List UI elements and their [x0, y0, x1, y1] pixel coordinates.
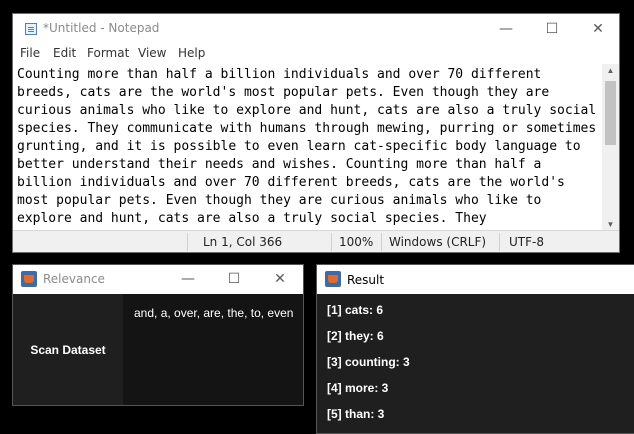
java-app-icon	[21, 271, 37, 287]
notepad-title-bar[interactable]: *Untitled - Notepad — ☐ ✕	[13, 14, 619, 44]
relevance-button-panel: Scan Dataset	[13, 294, 123, 405]
result-window: Result [1] cats: 6 [2] they: 6 [3] count…	[316, 264, 634, 434]
vertical-scrollbar[interactable]: ▲ ▼	[602, 64, 619, 232]
relevance-title-bar[interactable]: Relevance — ☐ ✕	[13, 265, 303, 294]
close-icon[interactable]: ✕	[257, 265, 303, 294]
status-divider	[187, 233, 188, 251]
status-zoom: 100%	[339, 235, 374, 249]
status-cursor-position: Ln 1, Col 366	[203, 235, 283, 249]
notepad-menu-bar: File Edit Format View Help	[13, 44, 619, 64]
result-title-bar[interactable]: Result	[317, 265, 634, 294]
notepad-icon	[25, 23, 37, 35]
status-encoding: UTF-8	[509, 235, 544, 249]
status-line-ending: Windows (CRLF)	[389, 235, 487, 249]
status-divider	[381, 233, 382, 251]
notepad-text-area[interactable]: Counting more than half a billion indivi…	[17, 66, 602, 230]
menu-file[interactable]: File	[20, 46, 40, 60]
notepad-window: *Untitled - Notepad — ☐ ✕ File Edit Form…	[12, 13, 620, 253]
scrollbar-thumb[interactable]	[605, 81, 616, 145]
stop-words-text: and, a, over, are, the, to, even	[134, 306, 294, 320]
menu-view[interactable]: View	[138, 46, 166, 60]
result-item: [3] counting: 3	[327, 355, 410, 369]
status-divider	[499, 233, 500, 251]
result-item: [5] than: 3	[327, 407, 385, 421]
menu-edit[interactable]: Edit	[53, 46, 76, 60]
scroll-up-icon[interactable]: ▲	[602, 64, 619, 78]
menu-help[interactable]: Help	[178, 46, 205, 60]
minimize-icon[interactable]: —	[483, 14, 529, 44]
java-app-icon	[325, 271, 341, 287]
result-item: [1] cats: 6	[327, 303, 384, 317]
notepad-title: *Untitled - Notepad	[43, 21, 160, 35]
stop-words-panel: and, a, over, are, the, to, even	[123, 294, 303, 405]
maximize-icon[interactable]: ☐	[529, 14, 575, 44]
relevance-window: Relevance — ☐ ✕ Scan Dataset and, a, ove…	[12, 264, 304, 406]
menu-format[interactable]: Format	[87, 46, 129, 60]
scan-dataset-button[interactable]: Scan Dataset	[13, 294, 123, 405]
status-divider	[331, 233, 332, 251]
result-list: [1] cats: 6 [2] they: 6 [3] counting: 3 …	[327, 303, 410, 433]
notepad-status-bar: Ln 1, Col 366 100% Windows (CRLF) UTF-8	[13, 230, 619, 252]
relevance-title: Relevance	[43, 272, 105, 286]
result-title: Result	[347, 273, 385, 287]
close-icon[interactable]: ✕	[575, 14, 619, 44]
minimize-icon[interactable]: —	[165, 265, 211, 294]
result-item: [4] more: 3	[327, 381, 389, 395]
result-item: [2] they: 6	[327, 329, 384, 343]
maximize-icon[interactable]: ☐	[211, 265, 257, 294]
